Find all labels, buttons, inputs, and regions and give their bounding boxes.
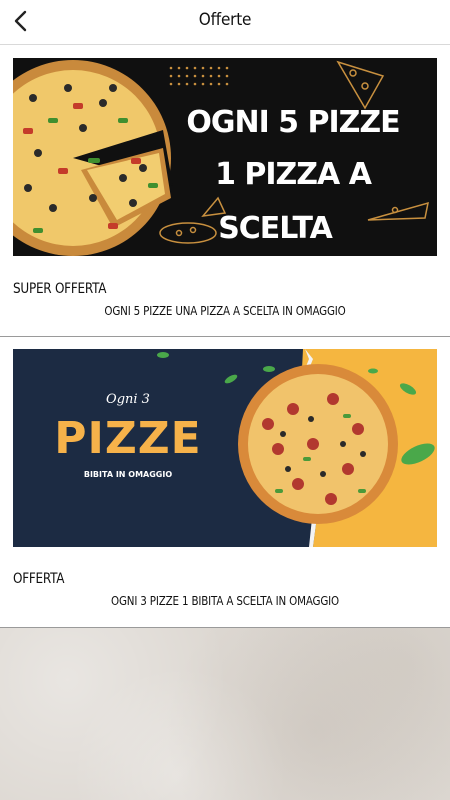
banner-headline: PIZZE — [54, 413, 201, 464]
offer-card[interactable]: Ogni 3 PIZZE BIBITA IN OMAGGIO OFFERTA O… — [0, 337, 450, 628]
offer-description: OGNI 5 PIZZE UNA PIZZA A SCELTA IN OMAGG… — [104, 304, 346, 318]
background-texture — [0, 628, 450, 800]
banner-subline: BIBITA IN OMAGGIO — [84, 470, 172, 479]
offer-description: OGNI 3 PIZZE 1 BIBITA A SCELTA IN OMAGGI… — [110, 594, 340, 608]
svg-text:1 PIZZA A: 1 PIZZA A — [215, 157, 373, 192]
offer-banner-image: OGNI 5 PIZZE 1 PIZZA A SCELTA — [13, 58, 437, 256]
svg-text:SCELTA: SCELTA — [218, 211, 333, 246]
offer-banner-image: Ogni 3 PIZZE BIBITA IN OMAGGIO — [13, 349, 437, 547]
pizza-illustration — [238, 364, 398, 524]
offer-card[interactable]: OGNI 5 PIZZE 1 PIZZA A SCELTA SUPER OFFE… — [0, 45, 450, 337]
page-title: Offerte — [198, 10, 252, 30]
svg-text:OGNI 5 PIZZE: OGNI 5 PIZZE — [186, 105, 399, 140]
banner-kicker: Ogni 3 — [106, 392, 150, 407]
top-bar: Offerte — [0, 0, 450, 45]
offer-title: OFFERTA — [13, 571, 65, 587]
offer-title: SUPER OFFERTA — [13, 281, 107, 297]
